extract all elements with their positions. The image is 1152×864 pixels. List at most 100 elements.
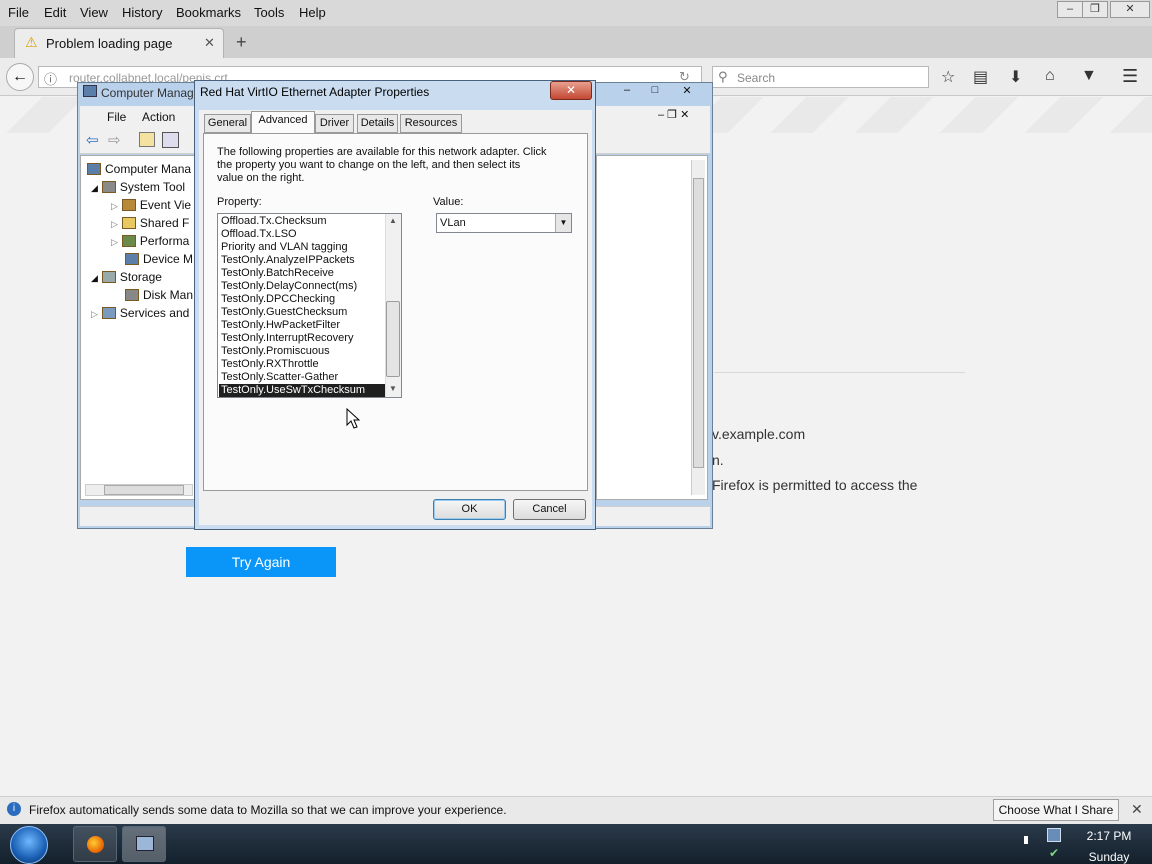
cm-child-window-controls-icon[interactable]: – ❐ ✕ (658, 108, 689, 121)
tree-item-disk-management[interactable]: Disk Man (125, 288, 193, 302)
home-icon[interactable]: ⌂ (1045, 67, 1055, 85)
list-item[interactable]: Priority and VLAN tagging (221, 241, 385, 254)
new-tab-icon[interactable]: + (236, 32, 247, 53)
scroll-down-icon[interactable]: ▼ (389, 384, 397, 393)
ok-button[interactable]: OK (433, 499, 506, 520)
property-list[interactable]: Offload.Tx.Checksum Offload.Tx.LSO Prior… (217, 213, 402, 398)
tab-title: Problem loading page (46, 36, 173, 51)
browser-tab[interactable]: ⚠ Problem loading page ✕ (14, 28, 224, 58)
cm-back-icon[interactable]: ⇦ (86, 131, 99, 149)
list-item[interactable]: TestOnly.InterruptRecovery (221, 332, 385, 345)
close-icon[interactable]: ✕ (1110, 1, 1150, 18)
tree-item-system-tools[interactable]: ◢ System Tool (91, 180, 185, 194)
minimize-icon[interactable]: – (1057, 1, 1083, 18)
expand-icon[interactable]: ▷ (111, 237, 118, 247)
menu-file[interactable]: File (8, 5, 29, 20)
cm-tree-hscrollbar[interactable] (85, 484, 193, 496)
tree-item-performance[interactable]: ▷ Performa (111, 234, 189, 248)
tree-item-event-viewer[interactable]: ▷ Event Vie (111, 198, 191, 212)
cm-minimize-icon[interactable]: – (617, 84, 637, 98)
try-again-button[interactable]: Try Again (186, 547, 336, 577)
notification-close-icon[interactable]: ✕ (1131, 801, 1143, 818)
taskbar-computer-management[interactable] (122, 826, 166, 862)
list-item[interactable]: Offload.Tx.LSO (221, 228, 385, 241)
list-item[interactable]: Offload.Tx.Checksum (221, 215, 385, 228)
value-dropdown[interactable]: VLan (436, 213, 572, 233)
search-icon: ⚲ (718, 69, 728, 84)
scroll-up-icon[interactable]: ▲ (389, 216, 397, 225)
expand-icon[interactable]: ▷ (91, 309, 98, 319)
tab-general[interactable]: General (204, 114, 251, 133)
cm-forward-icon[interactable]: ⇨ (108, 131, 121, 149)
tree-item-storage[interactable]: ◢ Storage (91, 270, 162, 284)
list-item-selected[interactable]: TestOnly.UseSwTxChecksum (219, 384, 385, 397)
cm-tree-pane[interactable]: Computer Mana ◢ System Tool ▷ Event Vie ▷ S… (80, 155, 196, 500)
menu-view[interactable]: View (80, 5, 108, 20)
tab-details[interactable]: Details (357, 114, 398, 133)
info-icon[interactable]: ⓘ (44, 69, 57, 88)
restore-icon[interactable]: ❐ (1082, 1, 1108, 18)
tree-label: Event Vie (139, 198, 192, 212)
list-item[interactable]: TestOnly.GuestChecksum (221, 306, 385, 319)
tab-driver[interactable]: Driver (315, 114, 354, 133)
cm-vscrollbar[interactable] (691, 160, 705, 495)
dialog-close-icon[interactable]: ✕ (550, 81, 592, 100)
tree-item-services[interactable]: ▷ Services and (91, 306, 189, 320)
collapse-icon[interactable]: ◢ (91, 273, 98, 283)
cm-menu-action[interactable]: Action (142, 110, 175, 124)
pocket-icon[interactable]: ▼ (1081, 67, 1097, 85)
bookmark-star-icon[interactable]: ☆ (941, 67, 955, 87)
tree-label: Computer Mana (105, 162, 192, 176)
scroll-thumb[interactable] (104, 485, 184, 495)
value-label: Value: (433, 196, 464, 208)
expand-icon[interactable]: ▷ (111, 219, 118, 229)
taskbar-firefox[interactable] (73, 826, 117, 862)
cm-close-icon[interactable]: ✕ (677, 84, 697, 98)
list-item[interactable]: TestOnly.DelayConnect(ms) (221, 280, 385, 293)
cm-show-tree-icon[interactable] (162, 132, 179, 148)
back-icon[interactable]: ← (6, 63, 34, 91)
expand-icon[interactable]: ▷ (111, 201, 118, 211)
storage-icon (101, 271, 116, 283)
list-item[interactable]: TestOnly.HwPacketFilter (221, 319, 385, 332)
tree-item-computer-management[interactable]: Computer Mana (87, 162, 191, 176)
cancel-button[interactable]: Cancel (513, 499, 586, 520)
tree-item-device-manager[interactable]: Device M (125, 252, 193, 266)
cm-actions-pane[interactable] (596, 155, 708, 500)
cm-up-folder-icon[interactable] (139, 132, 155, 147)
cm-maximize-icon[interactable]: □ (645, 84, 665, 98)
tree-item-shared-folders[interactable]: ▷ Shared F (111, 216, 189, 230)
list-item[interactable]: TestOnly.Scatter-Gather (221, 371, 385, 384)
tab-close-icon[interactable]: ✕ (204, 35, 215, 51)
collapse-icon[interactable]: ◢ (91, 183, 98, 193)
download-icon[interactable]: ⬇ (1009, 67, 1022, 87)
tab-resources[interactable]: Resources (400, 114, 462, 133)
scroll-thumb[interactable] (693, 178, 704, 468)
start-button[interactable] (10, 826, 48, 864)
choose-what-i-share-button[interactable]: Choose What I Share (993, 799, 1119, 821)
reading-list-icon[interactable]: ▤ (973, 67, 988, 87)
menu-edit[interactable]: Edit (44, 5, 66, 20)
tab-advanced[interactable]: Advanced (251, 111, 315, 134)
taskbar-clock[interactable]: 2:17 PM Sunday (1076, 826, 1142, 864)
list-item[interactable]: TestOnly.RXThrottle (221, 358, 385, 371)
list-item[interactable]: TestOnly.BatchReceive (221, 267, 385, 280)
property-label: Property: (217, 196, 262, 208)
menu-help[interactable]: Help (299, 5, 326, 20)
list-item[interactable]: TestOnly.DPCChecking (221, 293, 385, 306)
list-item[interactable]: TestOnly.AnalyzeIPPackets (221, 254, 385, 267)
menu-tools[interactable]: Tools (254, 5, 284, 20)
hamburger-menu-icon[interactable]: ☰ (1122, 66, 1138, 87)
cm-menu-file[interactable]: File (107, 110, 126, 124)
network-icon[interactable] (1047, 828, 1061, 842)
tray-icon[interactable] (1024, 836, 1028, 844)
menu-bookmarks[interactable]: Bookmarks (176, 5, 241, 20)
scroll-thumb[interactable] (386, 301, 400, 377)
menu-history[interactable]: History (122, 5, 162, 20)
chevron-down-icon[interactable]: ▼ (555, 214, 571, 232)
action-center-icon[interactable]: ✔ (1049, 846, 1059, 860)
list-item[interactable]: TestOnly.Promiscuous (221, 345, 385, 358)
search-placeholder: Search (737, 71, 776, 85)
tree-label: Services and (119, 306, 190, 320)
search-input[interactable]: ⚲ Search (712, 66, 929, 88)
